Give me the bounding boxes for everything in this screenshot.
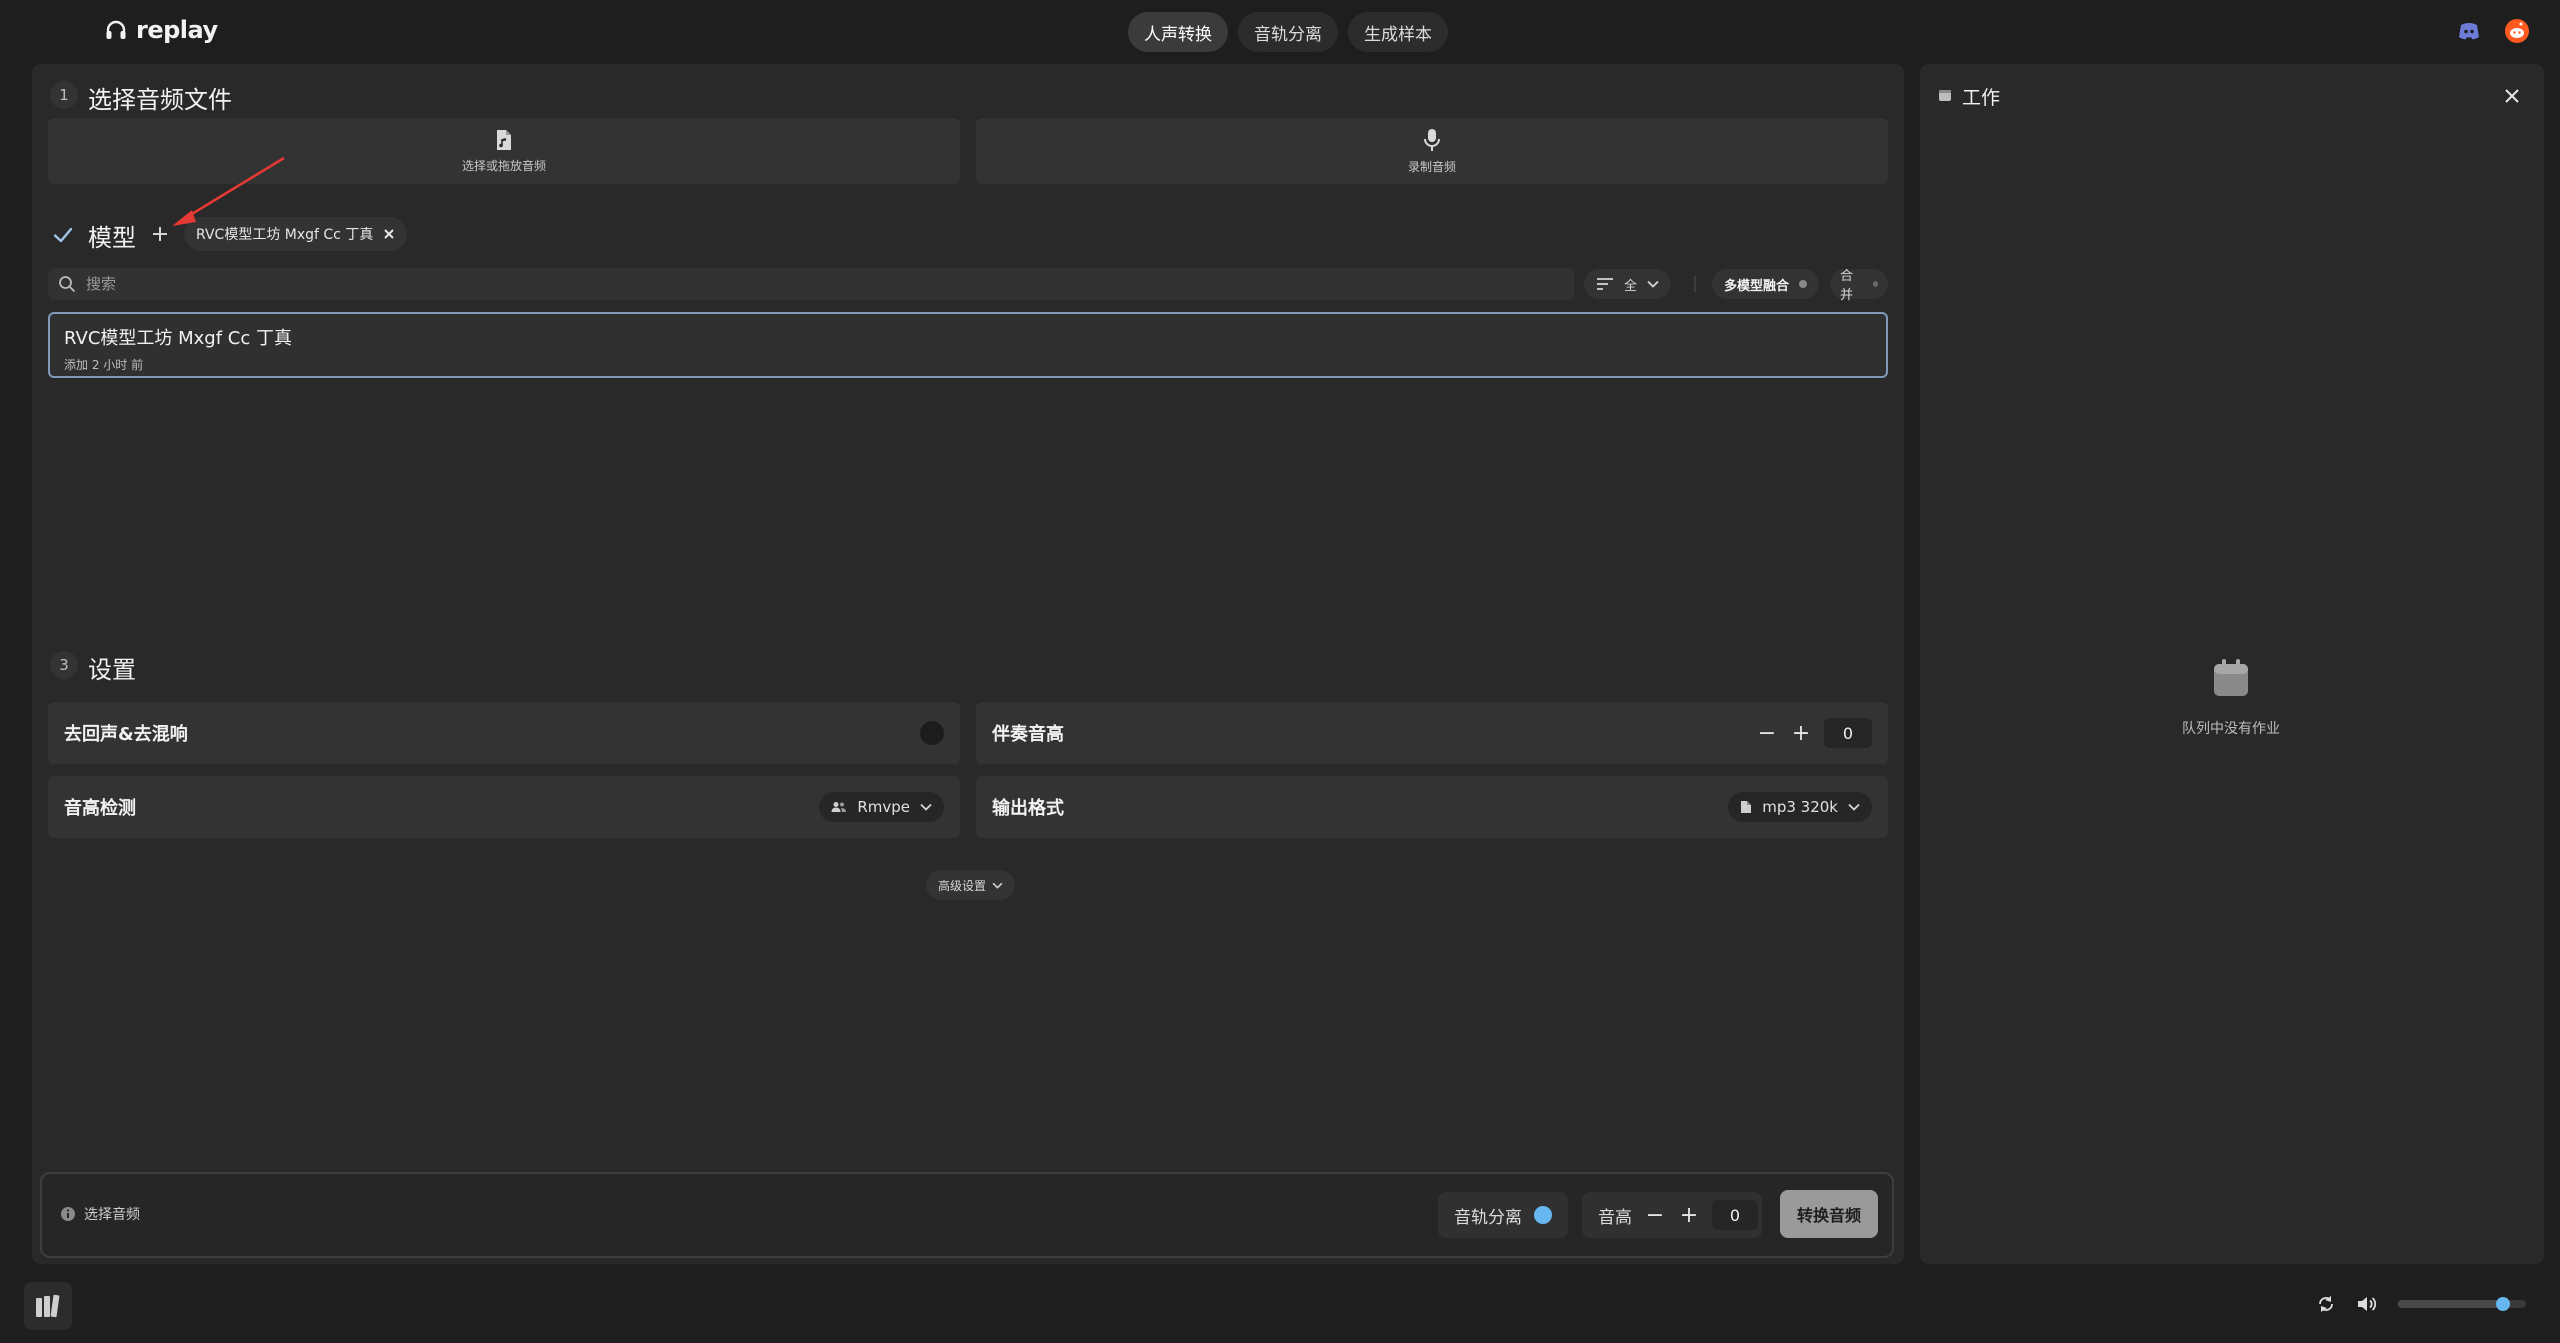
player-controls xyxy=(2316,1294,2526,1314)
chevron-down-icon xyxy=(1848,803,1860,811)
step-number-1: 1 xyxy=(50,81,78,109)
section-title-settings: 设置 xyxy=(88,656,136,684)
advanced-settings-button[interactable]: 高级设置 xyxy=(926,870,1016,900)
pitch-value[interactable]: 0 xyxy=(1712,1200,1758,1230)
plus-button[interactable]: + xyxy=(1790,721,1812,746)
section-title-select-audio: 选择音频文件 xyxy=(88,86,232,114)
library-icon xyxy=(36,1294,60,1318)
users-icon xyxy=(831,802,847,812)
jobs-panel: 工作 队列中没有作业 xyxy=(1920,64,2544,1264)
sort-icon xyxy=(1597,278,1613,290)
backing-pitch-stepper: − + 0 xyxy=(1756,718,1872,748)
filter-dropdown[interactable]: 全 xyxy=(1584,269,1672,299)
microphone-icon xyxy=(1424,128,1440,151)
reddit-icon[interactable] xyxy=(2504,18,2530,44)
app-name: replay xyxy=(136,16,218,44)
pitch-label: 音高 xyxy=(1598,1207,1632,1228)
tab-voice-conversion[interactable]: 人声转换 xyxy=(1128,12,1228,52)
social-links xyxy=(2456,18,2530,44)
minus-button[interactable]: − xyxy=(1644,1203,1666,1228)
check-icon xyxy=(53,227,73,243)
plus-button[interactable]: + xyxy=(1678,1203,1700,1228)
pitch-detection-value: Rmvpe xyxy=(857,798,910,816)
chevron-down-icon xyxy=(1647,280,1659,288)
chevron-down-icon xyxy=(920,803,932,811)
chevron-down-icon xyxy=(992,882,1003,889)
pitch-control-box: 音高 − + 0 xyxy=(1582,1192,1762,1238)
model-blend-toggle[interactable]: 多模型融合 xyxy=(1712,269,1820,299)
volume-knob[interactable] xyxy=(2495,1297,2510,1311)
setting-pitch-detection: 音高检测 Rmvpe xyxy=(48,776,960,838)
minus-button[interactable]: − xyxy=(1756,721,1778,746)
model-name: RVC模型工坊 Mxgf Cc 丁真 xyxy=(64,328,292,349)
jobs-title: 工作 xyxy=(1962,87,2001,109)
setting-dereverb: 去回声&去混响 xyxy=(48,702,960,764)
advanced-settings-label: 高级设置 xyxy=(938,878,987,893)
bottom-hint: 选择音频 xyxy=(60,1204,140,1224)
merge-toggle[interactable]: 合并 xyxy=(1830,269,1888,303)
library-button[interactable] xyxy=(24,1282,72,1330)
record-label: 录制音频 xyxy=(1407,159,1456,174)
model-added-time: 添加 2 小时 前 xyxy=(64,358,144,372)
divider xyxy=(1694,276,1696,292)
record-audio-button[interactable]: 录制音频 xyxy=(976,118,1888,184)
blend-label: 多模型融合 xyxy=(1724,278,1790,294)
upload-label: 选择或拖放音频 xyxy=(461,158,546,173)
top-bar: replay 人声转换 音轨分离 生成样本 xyxy=(0,0,2560,64)
model-list-item[interactable]: RVC模型工坊 Mxgf Cc 丁真 添加 2 小时 前 xyxy=(48,312,1888,378)
merge-label: 合并 xyxy=(1840,269,1854,303)
discord-icon[interactable] xyxy=(2456,18,2482,44)
app-logo[interactable]: replay xyxy=(104,16,218,44)
filter-label: 全 xyxy=(1624,278,1638,294)
convert-audio-button[interactable]: 转换音频 xyxy=(1780,1190,1878,1238)
main-tabs: 人声转换 音轨分离 生成样本 xyxy=(1128,12,1448,52)
setting-label: 输出格式 xyxy=(992,798,1064,819)
annotation-arrow xyxy=(172,156,285,226)
tab-generate-samples[interactable]: 生成样本 xyxy=(1348,12,1448,52)
volume-icon[interactable] xyxy=(2356,1294,2378,1314)
setting-label: 伴奏音高 xyxy=(992,724,1064,745)
model-search-input[interactable] xyxy=(86,275,1546,293)
search-icon xyxy=(59,276,76,293)
output-format-value: mp3 320k xyxy=(1762,798,1838,816)
backing-pitch-value[interactable]: 0 xyxy=(1824,718,1872,748)
bottom-hint-text: 选择音频 xyxy=(84,1207,140,1223)
calendar-icon xyxy=(2214,659,2248,696)
headphones-icon xyxy=(106,20,126,39)
file-icon xyxy=(1741,801,1752,813)
close-icon[interactable] xyxy=(2504,88,2520,104)
output-format-dropdown[interactable]: mp3 320k xyxy=(1728,792,1872,822)
step-number-3: 3 xyxy=(50,651,78,679)
stem-separation-toggle-box: 音轨分离 xyxy=(1438,1192,1568,1238)
toggle-dot xyxy=(1799,280,1808,288)
file-audio-icon xyxy=(497,129,511,150)
calendar-icon xyxy=(1939,90,1951,101)
setting-backing-pitch: 伴奏音高 − + 0 xyxy=(976,702,1888,764)
model-search-bar xyxy=(48,268,1574,300)
info-icon xyxy=(61,1207,75,1221)
setting-output-format: 输出格式 mp3 320k xyxy=(976,776,1888,838)
stem-separation-label: 音轨分离 xyxy=(1454,1207,1522,1228)
volume-fill xyxy=(2398,1300,2503,1308)
repeat-icon[interactable] xyxy=(2316,1294,2336,1314)
dereverb-toggle[interactable] xyxy=(920,721,944,745)
toggle-dot xyxy=(1872,281,1878,287)
bottom-action-bar: 选择音频 音轨分离 音高 − + 0 转换音频 xyxy=(40,1172,1894,1258)
section-title-model: 模型 xyxy=(88,224,136,252)
tab-stem-separation[interactable]: 音轨分离 xyxy=(1238,12,1338,52)
pitch-detection-dropdown[interactable]: Rmvpe xyxy=(819,792,944,822)
setting-label: 去回声&去混响 xyxy=(64,724,188,745)
stem-separation-toggle[interactable] xyxy=(1534,1206,1552,1224)
setting-label: 音高检测 xyxy=(64,798,136,819)
volume-slider[interactable] xyxy=(2398,1297,2526,1311)
close-icon[interactable] xyxy=(383,228,395,240)
jobs-empty-text: 队列中没有作业 xyxy=(2182,721,2280,737)
